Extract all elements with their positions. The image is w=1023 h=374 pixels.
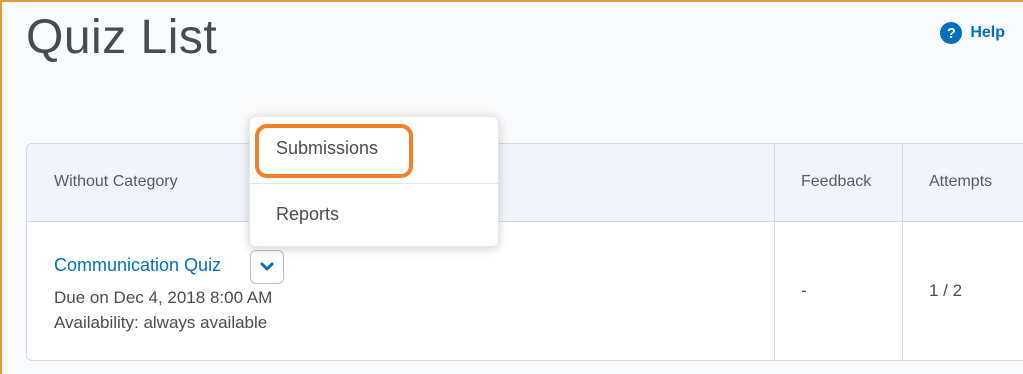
quiz-availability: Availability: always available [54,313,268,332]
table-header: Without Category Feedback Attempts [27,144,1023,222]
quiz-link-communication-quiz[interactable]: Communication Quiz [54,255,221,276]
page-frame: Quiz List ? Help Without Category Feedba… [0,0,1023,374]
page-title: Quiz List [26,11,218,64]
column-header-category: Without Category [54,173,178,190]
help-label: Help [970,24,1005,41]
quiz-table: Without Category Feedback Attempts Commu… [26,143,1023,361]
quiz-feedback-value: - [801,281,807,300]
menu-item-submissions[interactable]: Submissions [276,138,378,159]
menu-divider [250,183,498,184]
quiz-context-menu: Submissions Reports [249,116,499,247]
quiz-due-date: Due on Dec 4, 2018 8:00 AM [54,288,273,307]
chevron-down-icon [260,262,274,271]
column-divider [902,144,903,360]
column-header-attempts: Attempts [929,173,993,190]
help-link[interactable]: ? Help [940,22,1005,44]
quiz-attempts-value: 1 / 2 [929,281,963,300]
column-header-feedback: Feedback [801,173,872,190]
question-circle-icon: ? [940,22,963,44]
quiz-actions-dropdown-button[interactable] [250,250,284,284]
menu-item-reports[interactable]: Reports [276,204,339,225]
column-divider [774,144,775,360]
